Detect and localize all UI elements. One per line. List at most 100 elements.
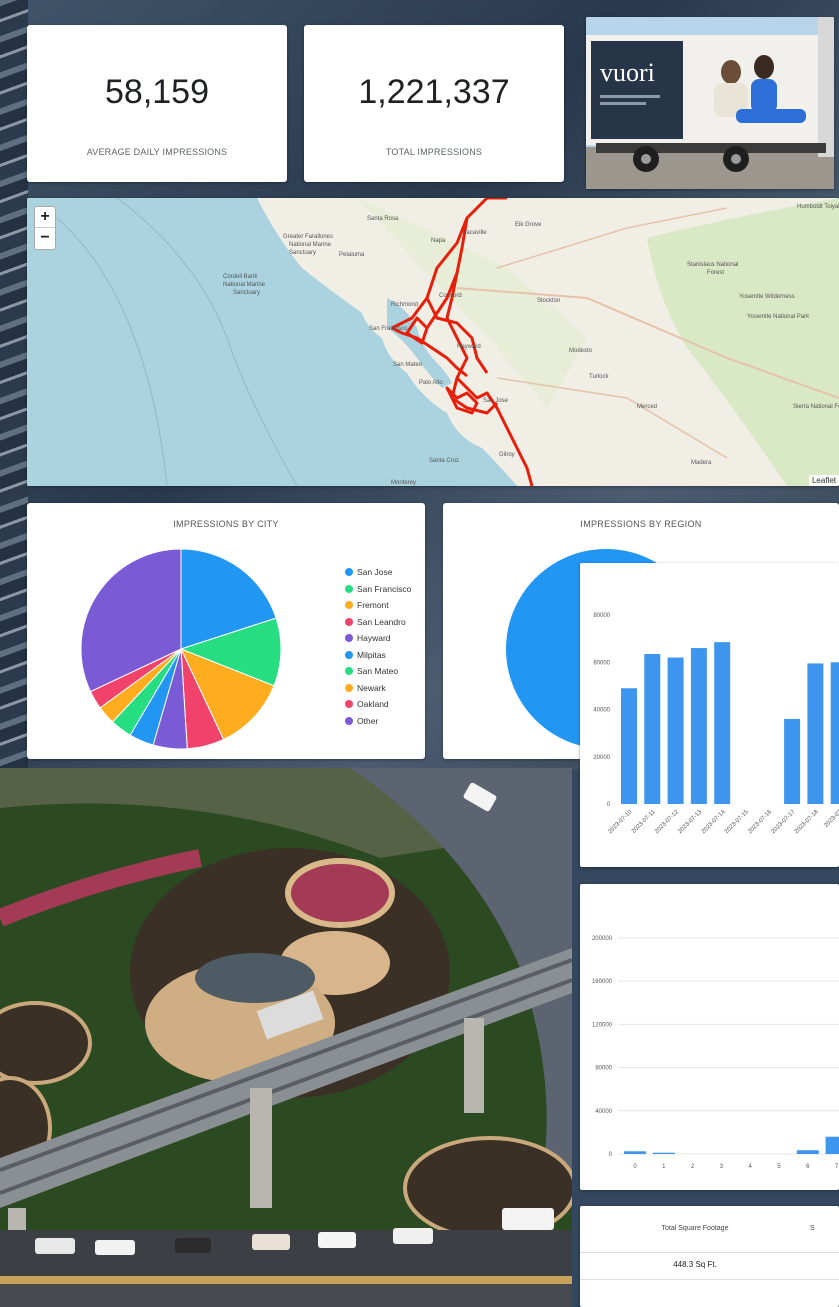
bar[interactable] <box>714 642 731 804</box>
pie-city-chart <box>80 548 282 750</box>
bar[interactable] <box>825 1136 839 1154</box>
map-label-modesto: Modesto <box>569 348 593 354</box>
table-divider <box>580 1279 839 1280</box>
legend-swatch <box>345 650 353 659</box>
legend-label: Fremont <box>357 600 389 611</box>
legend-item[interactable]: San Francisco <box>345 581 411 598</box>
x-tick-label: 2 <box>691 1164 695 1170</box>
bar[interactable] <box>830 662 839 804</box>
map-label-cordell-2: National Marine <box>223 282 266 288</box>
map-tiles: Santa Rosa Petaluma Napa Vacaville Elk G… <box>27 198 839 486</box>
bar[interactable] <box>807 663 824 804</box>
legend-item[interactable]: Other <box>345 713 411 730</box>
legend-item[interactable]: San Jose <box>345 564 411 581</box>
bar[interactable] <box>624 1151 646 1154</box>
bar[interactable] <box>796 1150 819 1154</box>
map-label-hayward: Hayward <box>457 344 481 350</box>
map-label-napa: Napa <box>431 238 446 244</box>
bar[interactable] <box>652 1152 675 1154</box>
x-tick-label: 2023-07-18 <box>794 809 820 835</box>
legend-label: Other <box>357 715 379 726</box>
y-tick-label: 80000 <box>595 1066 612 1072</box>
card-title: IMPRESSIONS BY CITY <box>173 519 279 529</box>
map-label-farallones-2: National Marine <box>289 242 332 248</box>
map-label-stockton: Stockton <box>537 298 560 304</box>
legend-label: Hayward <box>357 633 391 644</box>
kpi-card-total: 1,221,337 TOTAL IMPRESSIONS <box>304 25 564 182</box>
map-label-cordell: Cordell Bank <box>223 274 258 280</box>
map-label-santa-rosa: Santa Rosa <box>367 216 399 222</box>
map-label-yosemite-park: Yosemite National Park <box>747 314 810 320</box>
legend-label: Milpitas <box>357 649 386 660</box>
legend-item[interactable]: Newark <box>345 680 411 697</box>
legend-item[interactable]: San Mateo <box>345 663 411 680</box>
kpi-label: AVERAGE DAILY IMPRESSIONS <box>86 147 228 157</box>
map-label-san-francisco: San Francisco <box>369 326 408 332</box>
route-map[interactable]: + − Santa Rosa Petaluma Napa Vacaville E… <box>27 198 839 486</box>
table-header-square-footage: Total Square Footage <box>661 1225 729 1232</box>
legend-swatch <box>345 601 353 610</box>
y-tick-label: 80000 <box>593 613 610 619</box>
interchange-illustration <box>0 768 572 1307</box>
y-tick-label: 120000 <box>592 1022 613 1028</box>
x-tick-label: 6 <box>806 1164 810 1170</box>
map-zoom-control: + − <box>34 206 56 250</box>
map-label-cordell-3: Sanctuary <box>233 290 260 296</box>
bar-hourly-chart: 200000 160000 120000 80000 40000 0 0 1 2 3 4 5 6 7 <box>592 936 839 1170</box>
ad-truck-photo: vuori <box>586 17 834 189</box>
kpi-value: 58,159 <box>105 73 209 111</box>
kpi-value: 1,221,337 <box>358 73 510 111</box>
map-label-humboldt: Humboldt Toiyabe <box>797 204 839 210</box>
legend-item[interactable]: Fremont <box>345 597 411 614</box>
y-tick-label: 20000 <box>593 755 610 761</box>
bar-card-daily: 80000 60000 40000 20000 0 2023-07-10 2023-07-1… <box>580 563 839 867</box>
legend-label: San Leandro <box>357 616 406 627</box>
bar-daily-chart: 80000 60000 40000 20000 02023-07-10 2023-07-1… <box>593 613 839 835</box>
legend-item[interactable]: Oakland <box>345 696 411 713</box>
map-label-farallones-3: Sanctuary <box>289 250 316 256</box>
legend-label: Newark <box>357 682 386 693</box>
y-tick-label: 40000 <box>593 708 610 714</box>
y-tick-label: 60000 <box>593 660 610 666</box>
legend-swatch <box>345 634 353 643</box>
pie-card-city: IMPRESSIONS BY CITY San Jose San Francisc… <box>27 503 425 759</box>
pie-city-legend: San Jose San Francisco Fremont San Leandro H… <box>345 564 411 729</box>
kpi-card-average-daily: 58,159 AVERAGE DAILY IMPRESSIONS <box>27 25 287 182</box>
legend-item[interactable]: Hayward <box>345 630 411 647</box>
truck-illustration: vuori <box>586 17 834 189</box>
bar[interactable] <box>667 657 684 804</box>
map-label-yosemite-wilderness: Yosemite Wilderness <box>739 294 795 300</box>
legend-swatch <box>345 700 353 709</box>
map-label-farallones: Greater Farallones <box>283 234 333 240</box>
map-label-santa-cruz: Santa Cruz <box>429 458 459 464</box>
bar[interactable] <box>690 648 707 804</box>
map-label-san-mateo: San Mateo <box>393 362 423 368</box>
y-tick-label: 160000 <box>592 979 613 985</box>
legend-swatch <box>345 667 353 676</box>
y-tick-label: 200000 <box>592 936 613 942</box>
bar[interactable] <box>644 653 661 804</box>
bar[interactable] <box>784 718 801 804</box>
map-attribution[interactable]: Leaflet <box>808 475 839 486</box>
legend-swatch <box>345 568 353 577</box>
map-label-vacaville: Vacaville <box>463 230 487 236</box>
legend-item[interactable]: San Leandro <box>345 614 411 631</box>
map-label-san-jose: San Jose <box>483 398 509 404</box>
zoom-in-button[interactable]: + <box>35 207 55 228</box>
map-label-gilroy: Gilroy <box>499 452 515 458</box>
y-tick-label: 0 <box>609 1152 613 1158</box>
map-label-richmond: Richmond <box>391 302 418 308</box>
bar[interactable] <box>621 688 637 804</box>
map-label-elk-grove: Elk Grove <box>515 222 542 228</box>
x-tick-label: 5 <box>777 1164 781 1170</box>
map-label-sierra: Sierra National Forest <box>793 404 839 410</box>
x-tick-label: 2023-07-10 <box>607 809 633 835</box>
x-tick-label: 1 <box>662 1164 666 1170</box>
background-interchange-photo <box>0 768 572 1307</box>
map-label-turlock: Turlock <box>589 374 609 380</box>
legend-swatch <box>345 683 353 692</box>
legend-item[interactable]: Milpitas <box>345 647 411 664</box>
zoom-out-button[interactable]: − <box>35 228 55 249</box>
map-label-petaluma: Petaluma <box>339 252 365 258</box>
legend-swatch <box>345 584 353 593</box>
